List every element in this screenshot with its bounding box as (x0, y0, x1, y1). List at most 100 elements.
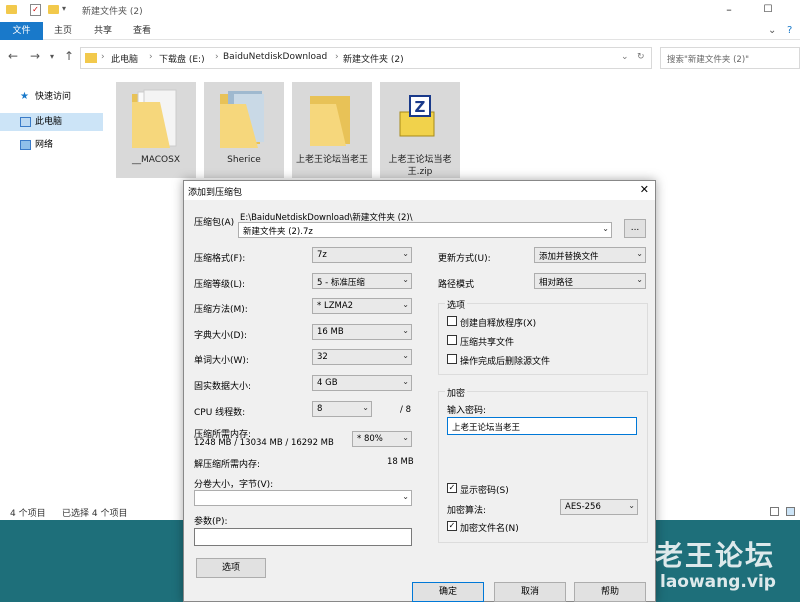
address-dropdown-icon[interactable]: ⌄ (621, 52, 629, 62)
ribbon-tabs: 文件 主页 共享 查看 ⌄ ? (0, 22, 800, 40)
params-input[interactable] (194, 528, 412, 546)
threads-label: CPU 线程数: (194, 408, 246, 418)
tab-share[interactable]: 共享 (94, 22, 112, 40)
word-select[interactable]: 32 ⌄ (312, 349, 412, 365)
mem-select[interactable]: * 80% ⌄ (352, 431, 412, 447)
level-label: 压缩等级(L): (194, 280, 246, 290)
cancel-button[interactable]: 取消 (494, 582, 566, 602)
back-arrow-icon[interactable]: ← (8, 49, 18, 63)
breadcrumb-current[interactable]: 新建文件夹 (2) (343, 52, 404, 65)
svg-text:Z: Z (415, 98, 426, 116)
close-icon[interactable]: ✕ (640, 183, 649, 196)
expand-ribbon-icon[interactable]: ⌄ (768, 25, 776, 36)
window-title: 新建文件夹 (2) (82, 7, 143, 17)
dialog-title-bar: 添加到压缩包 ✕ (184, 181, 655, 200)
chevron-down-icon: ⌄ (402, 351, 409, 360)
sfx-label: 创建自释放程序(X) (460, 319, 537, 329)
refresh-icon[interactable]: ↻ (637, 52, 645, 62)
properties-icon[interactable]: ✓ (30, 4, 41, 16)
options-button[interactable]: 选项 (196, 558, 266, 578)
folder-icon (85, 53, 97, 63)
computer-icon (20, 117, 31, 127)
network-icon (20, 140, 31, 150)
breadcrumb-this-pc[interactable]: 此电脑 (111, 52, 138, 65)
encrypt-names-label: 加密文件名(N) (460, 524, 519, 534)
show-password-checkbox[interactable]: ✓ (447, 483, 457, 493)
enc-method-select[interactable]: AES-256 ⌄ (560, 499, 638, 515)
tab-home[interactable]: 主页 (54, 22, 72, 40)
minimize-button[interactable]: – (720, 2, 738, 18)
shared-checkbox[interactable] (447, 335, 457, 345)
sidebar-item-network[interactable]: 网络 (0, 136, 103, 154)
file-item-zip[interactable]: Z 上老王论坛当老王.zip (380, 82, 460, 178)
quick-access-dropdown-icon[interactable]: ▾ (62, 4, 70, 16)
sidebar-item-quick-access[interactable]: ★ 快速访问 (0, 88, 103, 106)
zip-archive-icon: Z (399, 95, 435, 137)
chevron-down-icon: ⌄ (402, 492, 409, 501)
dict-select[interactable]: 16 MB ⌄ (312, 324, 412, 340)
recent-dropdown-icon[interactable]: ▾ (50, 52, 54, 61)
title-bar: ✓ ▾ 新建文件夹 (2) – ☐ (0, 0, 800, 22)
format-select[interactable]: 7z ⌄ (312, 247, 412, 263)
password-input[interactable]: 上老王论坛当老王 (447, 417, 637, 435)
maximize-button[interactable]: ☐ (759, 2, 777, 18)
params-label: 参数(P): (194, 517, 228, 527)
chevron-down-icon: ⌄ (402, 377, 409, 386)
delete-source-checkbox[interactable] (447, 354, 457, 364)
up-arrow-icon[interactable]: ↑ (64, 49, 74, 63)
solid-label: 固实数据大小: (194, 382, 252, 392)
file-item-folder-laowang[interactable]: 上老王论坛当老王 (292, 82, 372, 178)
navigation-pane: ★ 快速访问 此电脑 网络 (0, 78, 108, 498)
file-item-sherice[interactable]: Sherice (204, 82, 284, 178)
chevron-down-icon: ⌄ (402, 433, 409, 442)
dict-label: 字典大小(D): (194, 331, 247, 341)
browse-button[interactable]: ... (624, 219, 646, 238)
path-mode-label: 路径模式 (438, 280, 475, 290)
selected-count: 已选择 4 个项目 (62, 509, 128, 519)
breadcrumb-baidu[interactable]: BaiduNetdiskDownload (223, 52, 327, 62)
archive-name-combo[interactable]: 新建文件夹 (2).7z ⌄ (238, 222, 612, 238)
password-label: 输入密码: (447, 406, 487, 416)
word-label: 单词大小(W): (194, 356, 249, 366)
search-input[interactable]: 搜索"新建文件夹 (2)" (660, 47, 800, 69)
method-select[interactable]: * LZMA2 ⌄ (312, 298, 412, 314)
chevron-down-icon: ⌄ (402, 249, 409, 258)
folder-icon (220, 91, 264, 148)
chevron-down-icon: ⌄ (402, 300, 409, 309)
address-bar-row: ← → ▾ ↑ › 此电脑 › 下载盘 (E:) › BaiduNetdiskD… (0, 41, 800, 73)
details-view-icon[interactable] (770, 507, 779, 516)
new-folder-icon[interactable] (48, 5, 59, 14)
update-select[interactable]: 添加并替换文件 ⌄ (534, 247, 646, 263)
enc-method-label: 加密算法: (447, 506, 487, 516)
help-icon[interactable]: ? (787, 25, 792, 36)
search-placeholder: 搜索"新建文件夹 (2)" (667, 55, 750, 65)
chevron-down-icon: ⌄ (362, 403, 369, 412)
encrypt-names-checkbox[interactable]: ✓ (447, 521, 457, 531)
tab-view[interactable]: 查看 (133, 22, 151, 40)
watermark-logo-text: 老王论坛 (655, 539, 776, 572)
split-label: 分卷大小，字节(V): (194, 480, 274, 490)
delete-source-label: 操作完成后删除源文件 (460, 357, 551, 367)
tab-file[interactable]: 文件 (0, 22, 43, 40)
chevron-down-icon: ⌄ (402, 275, 409, 284)
threads-select[interactable]: 8 ⌄ (312, 401, 372, 417)
watermark-url: laowang.vip (660, 572, 776, 592)
item-count: 4 个项目 (10, 509, 46, 519)
path-mode-select[interactable]: 相对路径 ⌄ (534, 273, 646, 289)
split-input[interactable]: ⌄ (194, 490, 412, 506)
solid-select[interactable]: 4 GB ⌄ (312, 375, 412, 391)
large-icons-view-icon[interactable] (786, 507, 795, 516)
ok-button[interactable]: 确定 (412, 582, 484, 602)
star-icon: ★ (20, 91, 29, 102)
forward-arrow-icon[interactable]: → (30, 49, 40, 63)
sfx-checkbox[interactable] (447, 316, 457, 326)
breadcrumb-drive[interactable]: 下载盘 (E:) (159, 52, 205, 65)
chevron-down-icon: ⌄ (628, 501, 635, 510)
help-button[interactable]: 帮助 (574, 582, 646, 602)
method-label: 压缩方法(M): (194, 305, 248, 315)
sidebar-item-this-pc[interactable]: 此电脑 (0, 113, 103, 131)
file-item-macosx[interactable]: __MACOSX (116, 82, 196, 178)
chevron-down-icon: ⌄ (402, 326, 409, 335)
address-bar[interactable]: › 此电脑 › 下载盘 (E:) › BaiduNetdiskDownload … (80, 47, 652, 69)
level-select[interactable]: 5 - 标准压缩 ⌄ (312, 273, 412, 289)
